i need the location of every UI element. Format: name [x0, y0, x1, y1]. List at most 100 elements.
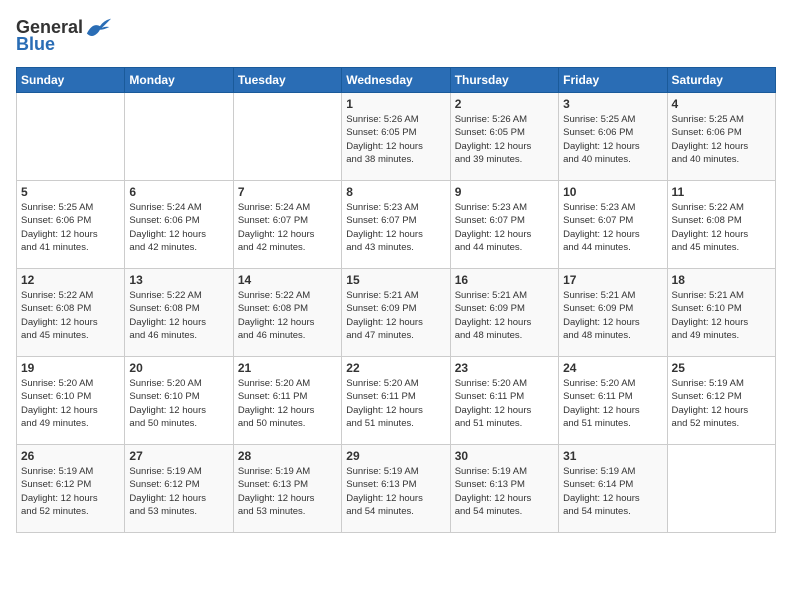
day-number: 24	[563, 361, 662, 375]
calendar-cell: 1 Sunrise: 5:26 AM Sunset: 6:05 PM Daylig…	[342, 93, 450, 181]
calendar-cell: 17 Sunrise: 5:21 AM Sunset: 6:09 PM Dayli…	[559, 269, 667, 357]
calendar-cell: 31 Sunrise: 5:19 AM Sunset: 6:14 PM Dayli…	[559, 445, 667, 533]
weekday-header-friday: Friday	[559, 68, 667, 93]
day-info: Sunrise: 5:19 AM Sunset: 6:12 PM Dayligh…	[672, 377, 771, 430]
day-info: Sunrise: 5:21 AM Sunset: 6:09 PM Dayligh…	[346, 289, 445, 342]
calendar-cell: 19 Sunrise: 5:20 AM Sunset: 6:10 PM Dayli…	[17, 357, 125, 445]
day-number: 11	[672, 185, 771, 199]
day-number: 10	[563, 185, 662, 199]
calendar-cell: 25 Sunrise: 5:19 AM Sunset: 6:12 PM Dayli…	[667, 357, 775, 445]
day-info: Sunrise: 5:20 AM Sunset: 6:11 PM Dayligh…	[455, 377, 554, 430]
calendar-cell: 4 Sunrise: 5:25 AM Sunset: 6:06 PM Daylig…	[667, 93, 775, 181]
day-number: 13	[129, 273, 228, 287]
day-info: Sunrise: 5:21 AM Sunset: 6:10 PM Dayligh…	[672, 289, 771, 342]
logo-blue-text: Blue	[16, 34, 55, 55]
calendar-cell: 22 Sunrise: 5:20 AM Sunset: 6:11 PM Dayli…	[342, 357, 450, 445]
day-number: 21	[238, 361, 337, 375]
weekday-header-wednesday: Wednesday	[342, 68, 450, 93]
logo-bird-icon	[85, 16, 113, 38]
day-number: 15	[346, 273, 445, 287]
day-number: 26	[21, 449, 120, 463]
calendar-cell: 30 Sunrise: 5:19 AM Sunset: 6:13 PM Dayli…	[450, 445, 558, 533]
day-info: Sunrise: 5:24 AM Sunset: 6:06 PM Dayligh…	[129, 201, 228, 254]
day-info: Sunrise: 5:22 AM Sunset: 6:08 PM Dayligh…	[21, 289, 120, 342]
weekday-header-tuesday: Tuesday	[233, 68, 341, 93]
calendar-cell	[233, 93, 341, 181]
day-number: 17	[563, 273, 662, 287]
day-number: 1	[346, 97, 445, 111]
day-number: 18	[672, 273, 771, 287]
day-number: 4	[672, 97, 771, 111]
day-number: 5	[21, 185, 120, 199]
day-number: 22	[346, 361, 445, 375]
day-number: 6	[129, 185, 228, 199]
day-info: Sunrise: 5:26 AM Sunset: 6:05 PM Dayligh…	[346, 113, 445, 166]
day-number: 31	[563, 449, 662, 463]
logo: General Blue	[16, 16, 113, 55]
day-info: Sunrise: 5:23 AM Sunset: 6:07 PM Dayligh…	[346, 201, 445, 254]
day-number: 29	[346, 449, 445, 463]
day-number: 9	[455, 185, 554, 199]
day-info: Sunrise: 5:25 AM Sunset: 6:06 PM Dayligh…	[563, 113, 662, 166]
weekday-header-saturday: Saturday	[667, 68, 775, 93]
calendar-cell: 13 Sunrise: 5:22 AM Sunset: 6:08 PM Dayli…	[125, 269, 233, 357]
calendar-cell: 29 Sunrise: 5:19 AM Sunset: 6:13 PM Dayli…	[342, 445, 450, 533]
calendar-cell: 2Sunrise: 5:26 AM Sunset: 6:05 PM Daylig…	[450, 93, 558, 181]
day-info: Sunrise: 5:22 AM Sunset: 6:08 PM Dayligh…	[672, 201, 771, 254]
day-number: 25	[672, 361, 771, 375]
calendar-cell: 14 Sunrise: 5:22 AM Sunset: 6:08 PM Dayli…	[233, 269, 341, 357]
calendar-cell: 21 Sunrise: 5:20 AM Sunset: 6:11 PM Dayli…	[233, 357, 341, 445]
day-info: Sunrise: 5:25 AM Sunset: 6:06 PM Dayligh…	[21, 201, 120, 254]
day-info: Sunrise: 5:23 AM Sunset: 6:07 PM Dayligh…	[563, 201, 662, 254]
day-info: Sunrise: 5:22 AM Sunset: 6:08 PM Dayligh…	[129, 289, 228, 342]
calendar-table: SundayMondayTuesdayWednesdayThursdayFrid…	[16, 67, 776, 533]
day-info: Sunrise: 5:19 AM Sunset: 6:12 PM Dayligh…	[21, 465, 120, 518]
calendar-cell: 8 Sunrise: 5:23 AM Sunset: 6:07 PM Daylig…	[342, 181, 450, 269]
page-header: General Blue	[16, 16, 776, 55]
day-info: Sunrise: 5:22 AM Sunset: 6:08 PM Dayligh…	[238, 289, 337, 342]
day-info: Sunrise: 5:21 AM Sunset: 6:09 PM Dayligh…	[563, 289, 662, 342]
day-info: Sunrise: 5:20 AM Sunset: 6:11 PM Dayligh…	[346, 377, 445, 430]
calendar-cell: 11 Sunrise: 5:22 AM Sunset: 6:08 PM Dayli…	[667, 181, 775, 269]
day-number: 30	[455, 449, 554, 463]
calendar-cell: 10 Sunrise: 5:23 AM Sunset: 6:07 PM Dayli…	[559, 181, 667, 269]
calendar-cell: 15 Sunrise: 5:21 AM Sunset: 6:09 PM Dayli…	[342, 269, 450, 357]
day-info: Sunrise: 5:20 AM Sunset: 6:10 PM Dayligh…	[129, 377, 228, 430]
day-number: 8	[346, 185, 445, 199]
day-number: 12	[21, 273, 120, 287]
day-number: 2	[455, 97, 554, 111]
calendar-cell: 23 Sunrise: 5:20 AM Sunset: 6:11 PM Dayli…	[450, 357, 558, 445]
day-info: Sunrise: 5:19 AM Sunset: 6:14 PM Dayligh…	[563, 465, 662, 518]
calendar-cell: 28 Sunrise: 5:19 AM Sunset: 6:13 PM Dayli…	[233, 445, 341, 533]
calendar-cell: 24Sunrise: 5:20 AM Sunset: 6:11 PM Dayli…	[559, 357, 667, 445]
day-number: 14	[238, 273, 337, 287]
day-info: Sunrise: 5:19 AM Sunset: 6:12 PM Dayligh…	[129, 465, 228, 518]
calendar-cell	[17, 93, 125, 181]
calendar-cell: 16 Sunrise: 5:21 AM Sunset: 6:09 PM Dayli…	[450, 269, 558, 357]
day-number: 19	[21, 361, 120, 375]
day-info: Sunrise: 5:21 AM Sunset: 6:09 PM Dayligh…	[455, 289, 554, 342]
day-info: Sunrise: 5:25 AM Sunset: 6:06 PM Dayligh…	[672, 113, 771, 166]
day-number: 28	[238, 449, 337, 463]
day-info: Sunrise: 5:23 AM Sunset: 6:07 PM Dayligh…	[455, 201, 554, 254]
day-info: Sunrise: 5:20 AM Sunset: 6:10 PM Dayligh…	[21, 377, 120, 430]
day-info: Sunrise: 5:19 AM Sunset: 6:13 PM Dayligh…	[238, 465, 337, 518]
calendar-cell: 26 Sunrise: 5:19 AM Sunset: 6:12 PM Dayli…	[17, 445, 125, 533]
calendar-cell: 12 Sunrise: 5:22 AM Sunset: 6:08 PM Dayli…	[17, 269, 125, 357]
day-info: Sunrise: 5:20 AM Sunset: 6:11 PM Dayligh…	[238, 377, 337, 430]
calendar-cell	[125, 93, 233, 181]
weekday-header-thursday: Thursday	[450, 68, 558, 93]
day-number: 3	[563, 97, 662, 111]
day-number: 23	[455, 361, 554, 375]
calendar-cell: 5 Sunrise: 5:25 AM Sunset: 6:06 PM Daylig…	[17, 181, 125, 269]
calendar-cell: 18 Sunrise: 5:21 AM Sunset: 6:10 PM Dayli…	[667, 269, 775, 357]
calendar-cell: 6 Sunrise: 5:24 AM Sunset: 6:06 PM Daylig…	[125, 181, 233, 269]
day-number: 20	[129, 361, 228, 375]
day-number: 27	[129, 449, 228, 463]
weekday-header-sunday: Sunday	[17, 68, 125, 93]
calendar-cell	[667, 445, 775, 533]
day-info: Sunrise: 5:19 AM Sunset: 6:13 PM Dayligh…	[455, 465, 554, 518]
day-number: 7	[238, 185, 337, 199]
day-info: Sunrise: 5:19 AM Sunset: 6:13 PM Dayligh…	[346, 465, 445, 518]
day-number: 16	[455, 273, 554, 287]
